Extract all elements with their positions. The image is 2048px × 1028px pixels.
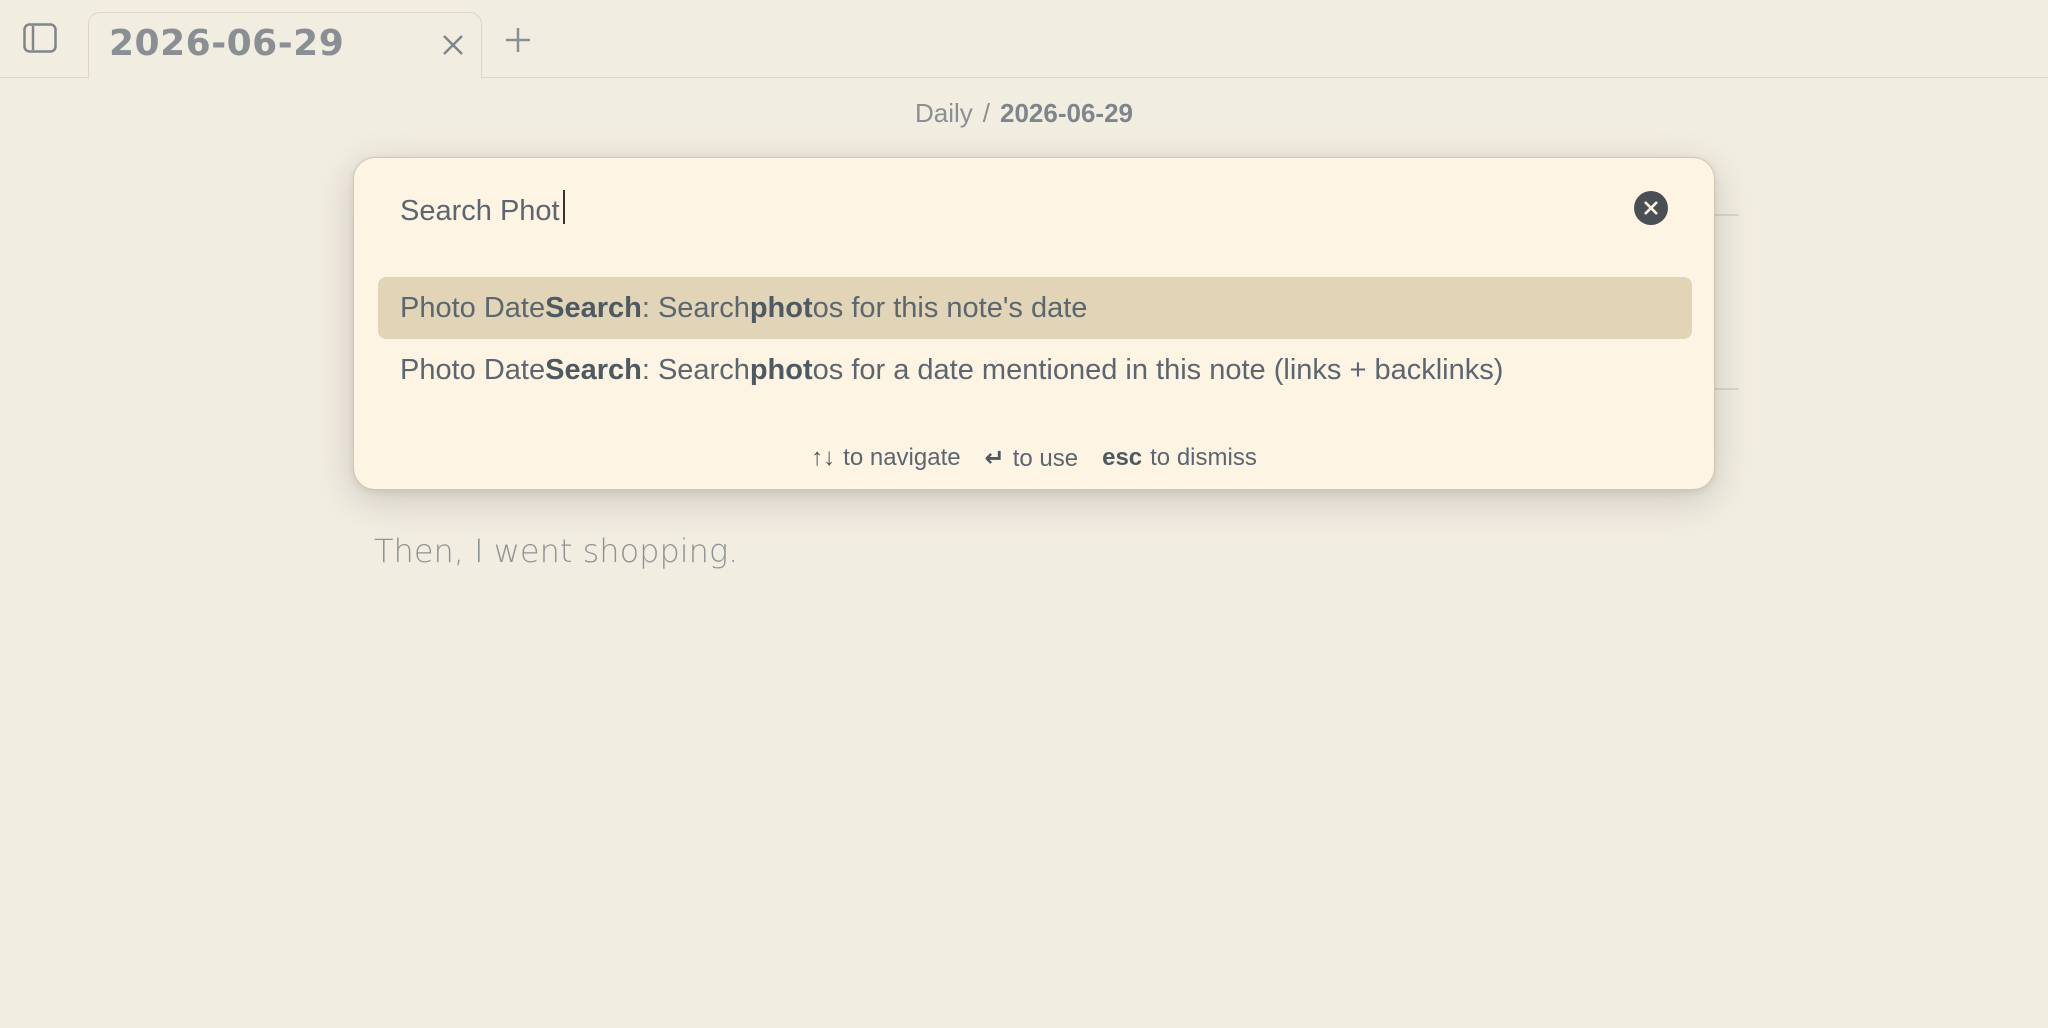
- sidebar-toggle-icon[interactable]: [22, 22, 58, 54]
- text-caret: [563, 190, 565, 224]
- tab-title: 2026-06-29: [109, 23, 345, 64]
- note-paragraph[interactable]: Then, I went shopping.: [374, 532, 738, 570]
- hint-key: esc: [1102, 444, 1143, 471]
- hint-use: ↵ to use: [985, 444, 1079, 473]
- tab-bar: 2026-06-29: [0, 0, 2048, 79]
- result-text: : Search: [641, 353, 750, 386]
- hint-dismiss: esc to dismiss: [1102, 444, 1257, 473]
- hint-key: ↑↓: [811, 444, 836, 471]
- tab-note[interactable]: 2026-06-29: [88, 12, 482, 79]
- command-result[interactable]: Photo Date Search: Search phot os for a d…: [378, 339, 1692, 401]
- result-match: Search: [545, 291, 642, 324]
- plus-icon[interactable]: [500, 22, 536, 58]
- breadcrumb-current: 2026-06-29: [1000, 98, 1134, 128]
- result-text: Photo Date: [400, 353, 546, 386]
- divider: [1715, 388, 1739, 390]
- breadcrumb-folder[interactable]: Daily: [915, 98, 973, 128]
- divider: [1715, 214, 1739, 216]
- command-palette: Photo Date Search: Search photos for thi…: [353, 157, 1715, 490]
- hint-text: to dismiss: [1150, 444, 1257, 471]
- palette-hints: ↑↓ to navigate ↵ to use esc to dismiss: [354, 444, 1714, 473]
- breadcrumb-separator: /: [982, 98, 991, 128]
- result-match: phot: [749, 353, 813, 386]
- close-icon[interactable]: [439, 31, 467, 59]
- hint-key: ↵: [984, 445, 1005, 472]
- result-text: Photo Date: [400, 291, 546, 324]
- clear-search-icon[interactable]: [1634, 191, 1668, 225]
- result-text: : Search: [641, 291, 750, 324]
- result-text: os for a date mentioned in this note (li…: [812, 353, 1504, 386]
- command-results: Photo Date Search: Search phot os for thi…: [378, 277, 1692, 401]
- command-result[interactable]: Photo Date Search: Search phot os for thi…: [378, 277, 1692, 339]
- hint-text: to use: [1012, 445, 1079, 472]
- hint-navigate: ↑↓ to navigate: [811, 444, 960, 473]
- result-text: os for this note's date: [812, 291, 1088, 324]
- hint-text: to navigate: [843, 444, 961, 471]
- breadcrumb: Daily / 2026-06-29: [0, 98, 2048, 129]
- result-match: phot: [749, 291, 813, 324]
- result-match: Search: [545, 353, 642, 386]
- command-search-input[interactable]: [400, 186, 1600, 236]
